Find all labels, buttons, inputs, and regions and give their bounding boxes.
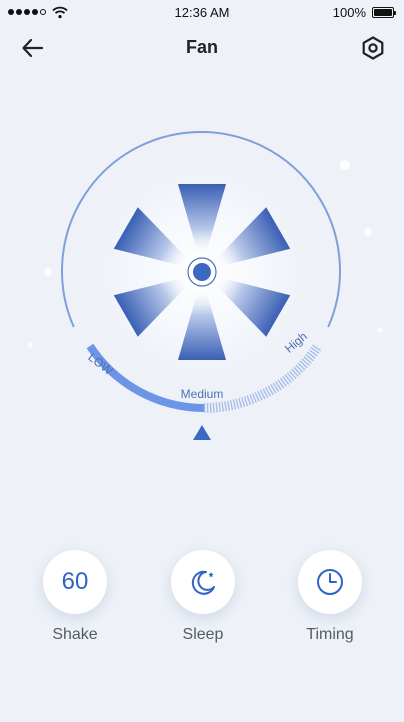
fan-blade [178, 184, 226, 254]
timing-control: Timing [295, 550, 365, 644]
sleep-label: Sleep [182, 626, 224, 643]
fan-blade [215, 207, 291, 267]
sleep-button[interactable] [171, 550, 235, 614]
shake-button[interactable]: 60 [43, 550, 107, 614]
control-row: 60 Shake Sleep Timing [0, 550, 404, 660]
shake-value: 60 [61, 568, 89, 595]
fan-blade [178, 290, 226, 360]
speed-pointer-icon [193, 425, 211, 440]
timing-button[interactable] [298, 550, 362, 614]
fan-icon [113, 184, 291, 360]
shake-label: Shake [52, 626, 98, 643]
clock-icon [317, 569, 343, 595]
fan-blade [113, 277, 189, 337]
speed-label-medium: Medium [180, 387, 224, 401]
shake-control: 60 Shake [40, 550, 110, 644]
moon-star-icon [191, 570, 215, 595]
fan-blade [113, 207, 189, 267]
fan-blade [215, 277, 291, 337]
sleep-control: Sleep [168, 550, 238, 644]
timing-label: Timing [306, 626, 354, 643]
